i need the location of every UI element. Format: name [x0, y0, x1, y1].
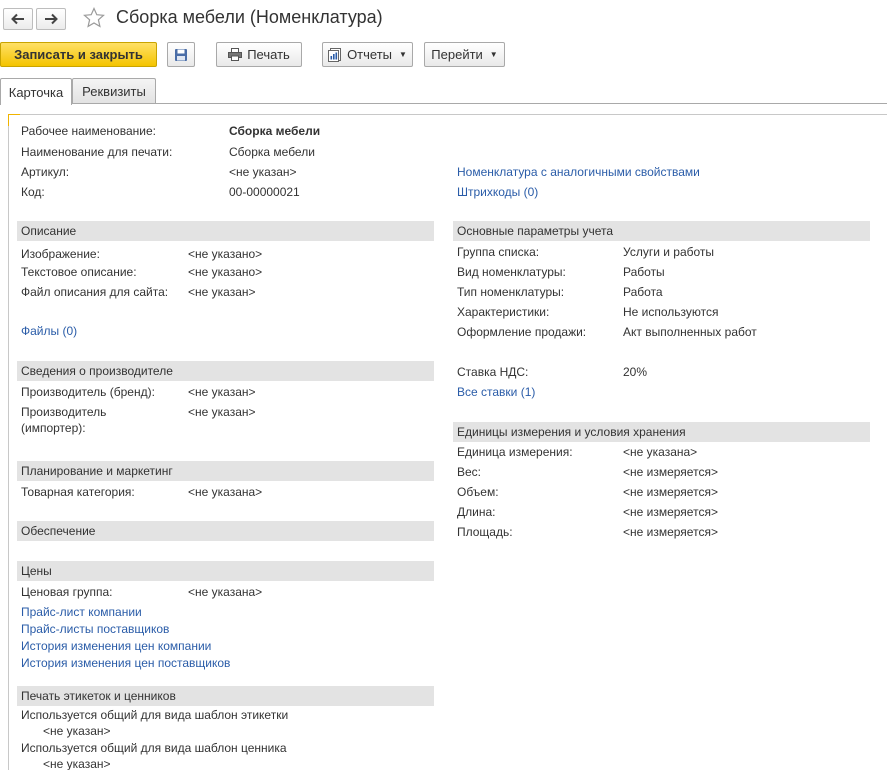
tab-divider	[0, 103, 887, 104]
printer-icon	[228, 48, 243, 61]
reports-button[interactable]: Отчеты ▼	[322, 42, 413, 67]
code-value[interactable]: 00-00000021	[229, 185, 300, 199]
section-accounting[interactable]: Основные параметры учета	[453, 221, 870, 241]
similar-items-link[interactable]: Номенклатура с аналогичными свойствами	[457, 165, 700, 179]
print-button[interactable]: Печать	[216, 42, 302, 67]
list-group-value[interactable]: Услуги и работы	[623, 245, 714, 259]
chevron-down-icon: ▼	[399, 50, 407, 59]
reports-button-label: Отчеты	[347, 47, 392, 62]
price-group-label: Ценовая группа:	[21, 585, 113, 599]
price-tag-template-text: Используется общий для вида шаблон ценни…	[21, 741, 287, 755]
brand-value[interactable]: <не указан>	[188, 385, 256, 399]
all-rates-link[interactable]: Все ставки (1)	[457, 385, 535, 399]
product-category-value[interactable]: <не указана>	[188, 485, 262, 499]
volume-label: Объем:	[457, 485, 499, 499]
text-description-value[interactable]: <не указано>	[188, 265, 262, 279]
site-file-label: Файл описания для сайта:	[21, 285, 169, 299]
text-description-label: Текстовое описание:	[21, 265, 137, 279]
arrow-right-icon	[45, 13, 58, 25]
work-name-value[interactable]: Сборка мебели	[229, 124, 320, 138]
item-type-label: Тип номенклатуры:	[457, 285, 565, 299]
image-label: Изображение:	[21, 247, 100, 261]
section-supply[interactable]: Обеспечение	[17, 521, 434, 541]
importer-label-line2: (импортер):	[21, 421, 86, 435]
length-value[interactable]: <не измеряется>	[623, 505, 718, 519]
item-kind-label: Вид номенклатуры:	[457, 265, 566, 279]
chevron-down-icon: ▼	[489, 50, 498, 59]
weight-value[interactable]: <не измеряется>	[623, 465, 718, 479]
article-value[interactable]: <не указан>	[229, 165, 297, 179]
save-button[interactable]	[167, 42, 195, 67]
image-value[interactable]: <не указано>	[188, 247, 262, 261]
goto-button[interactable]: Перейти ▼	[424, 42, 505, 67]
area-value[interactable]: <не измеряется>	[623, 525, 718, 539]
back-button[interactable]	[3, 8, 33, 30]
company-price-history-link[interactable]: История изменения цен компании	[21, 639, 211, 653]
report-icon	[328, 47, 342, 62]
barcodes-link[interactable]: Штрихкоды (0)	[457, 185, 538, 199]
section-units[interactable]: Единицы измерения и условия хранения	[453, 422, 870, 442]
article-label: Артикул:	[21, 165, 70, 179]
section-manufacturer[interactable]: Сведения о производителе	[17, 361, 434, 381]
section-planning[interactable]: Планирование и маркетинг	[17, 461, 434, 481]
vat-rate-label: Ставка НДС:	[457, 365, 529, 379]
print-name-label: Наименование для печати:	[21, 145, 173, 159]
site-file-value[interactable]: <не указан>	[188, 285, 256, 299]
vat-rate-value[interactable]: 20%	[623, 365, 647, 379]
price-group-value[interactable]: <не указана>	[188, 585, 262, 599]
sale-document-label: Оформление продажи:	[457, 325, 587, 339]
supplier-price-lists-link[interactable]: Прайс-листы поставщиков	[21, 622, 169, 636]
unit-label: Единица измерения:	[457, 445, 573, 459]
brand-label: Производитель (бренд):	[21, 385, 155, 399]
files-link[interactable]: Файлы (0)	[21, 324, 77, 338]
print-button-label: Печать	[247, 47, 290, 62]
company-price-list-link[interactable]: Прайс-лист компании	[21, 605, 142, 619]
section-label-printing[interactable]: Печать этикеток и ценников	[17, 686, 434, 706]
item-kind-value[interactable]: Работы	[623, 265, 665, 279]
list-group-label: Группа списка:	[457, 245, 540, 259]
price-tag-template-value[interactable]: <не указан>	[43, 757, 111, 770]
star-icon[interactable]	[82, 6, 106, 30]
forward-button[interactable]	[36, 8, 66, 30]
label-template-text: Используется общий для вида шаблон этике…	[21, 708, 289, 722]
supplier-price-history-link[interactable]: История изменения цен поставщиков	[21, 656, 230, 670]
floppy-disk-icon	[175, 48, 187, 61]
tab-requisites[interactable]: Реквизиты	[72, 78, 156, 104]
content-frame-top	[8, 114, 887, 115]
page-title: Сборка мебели (Номенклатура)	[116, 7, 383, 27]
section-description[interactable]: Описание	[17, 221, 434, 241]
characteristics-label: Характеристики:	[457, 305, 550, 319]
work-name-label: Рабочее наименование:	[21, 124, 156, 138]
sale-document-value[interactable]: Акт выполненных работ	[623, 325, 757, 339]
code-label: Код:	[21, 185, 45, 199]
focus-corner-mark	[8, 114, 20, 126]
save-and-close-button[interactable]: Записать и закрыть	[0, 42, 157, 67]
characteristics-value[interactable]: Не используются	[623, 305, 719, 319]
item-type-value[interactable]: Работа	[623, 285, 663, 299]
unit-value[interactable]: <не указана>	[623, 445, 697, 459]
product-category-label: Товарная категория:	[21, 485, 135, 499]
label-template-value[interactable]: <не указан>	[43, 724, 111, 738]
volume-value[interactable]: <не измеряется>	[623, 485, 718, 499]
length-label: Длина:	[457, 505, 496, 519]
arrow-left-icon	[11, 13, 24, 25]
content-frame-left	[8, 114, 9, 770]
importer-label-line1: Производитель	[21, 405, 107, 419]
goto-button-label: Перейти	[431, 47, 483, 62]
area-label: Площадь:	[457, 525, 513, 539]
section-prices[interactable]: Цены	[17, 561, 434, 581]
weight-label: Вес:	[457, 465, 482, 479]
tab-card[interactable]: Карточка	[0, 78, 72, 105]
importer-value[interactable]: <не указан>	[188, 405, 256, 419]
print-name-value[interactable]: Сборка мебели	[229, 145, 315, 159]
